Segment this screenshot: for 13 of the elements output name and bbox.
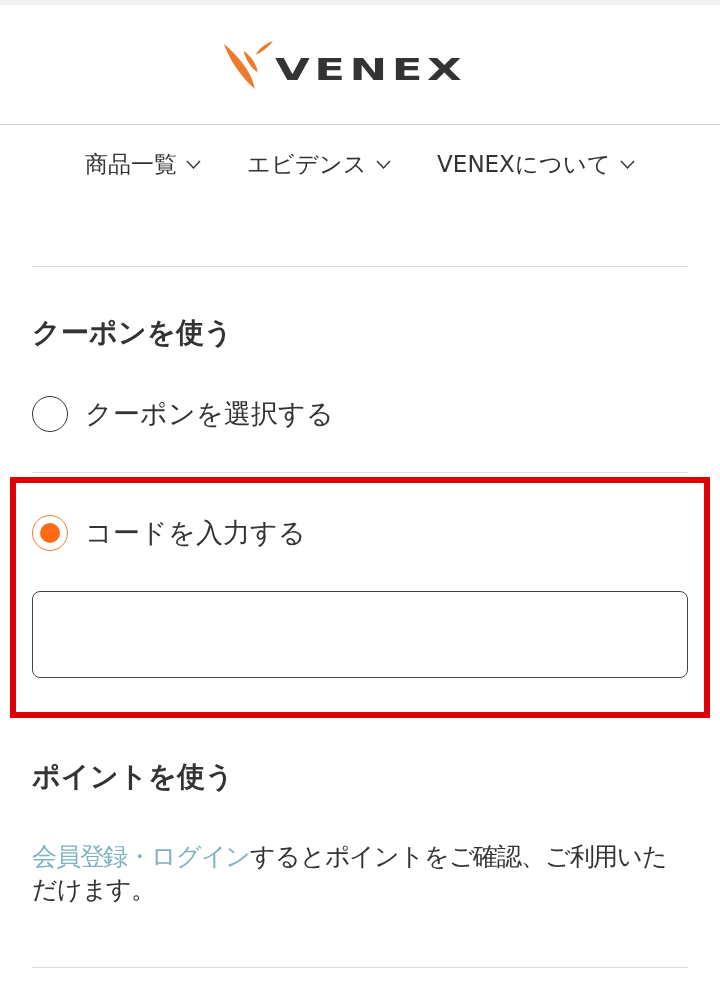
nav-menu-item[interactable]: VENEXについて [437, 149, 635, 179]
code-input-field[interactable] [32, 591, 688, 678]
radio-button[interactable] [32, 515, 68, 551]
points-note: 会員登録・ログインするとポイントをご確認、ご利用いただけます。 [32, 841, 668, 906]
radio-label[interactable]: コードを入力する [85, 515, 306, 551]
nav-menu-item[interactable]: 商品一覧 [85, 149, 202, 179]
radio-label[interactable]: クーポンを選択する [85, 396, 334, 432]
section-heading: クーポンを使う [32, 315, 234, 351]
section-heading: ポイントを使う [32, 759, 235, 795]
radio-button[interactable] [32, 396, 68, 432]
leaf-logo-icon [222, 39, 273, 90]
brand-logo-text[interactable]: VENEX [274, 54, 466, 85]
nav-menu-item[interactable]: エビデンス [247, 149, 392, 179]
